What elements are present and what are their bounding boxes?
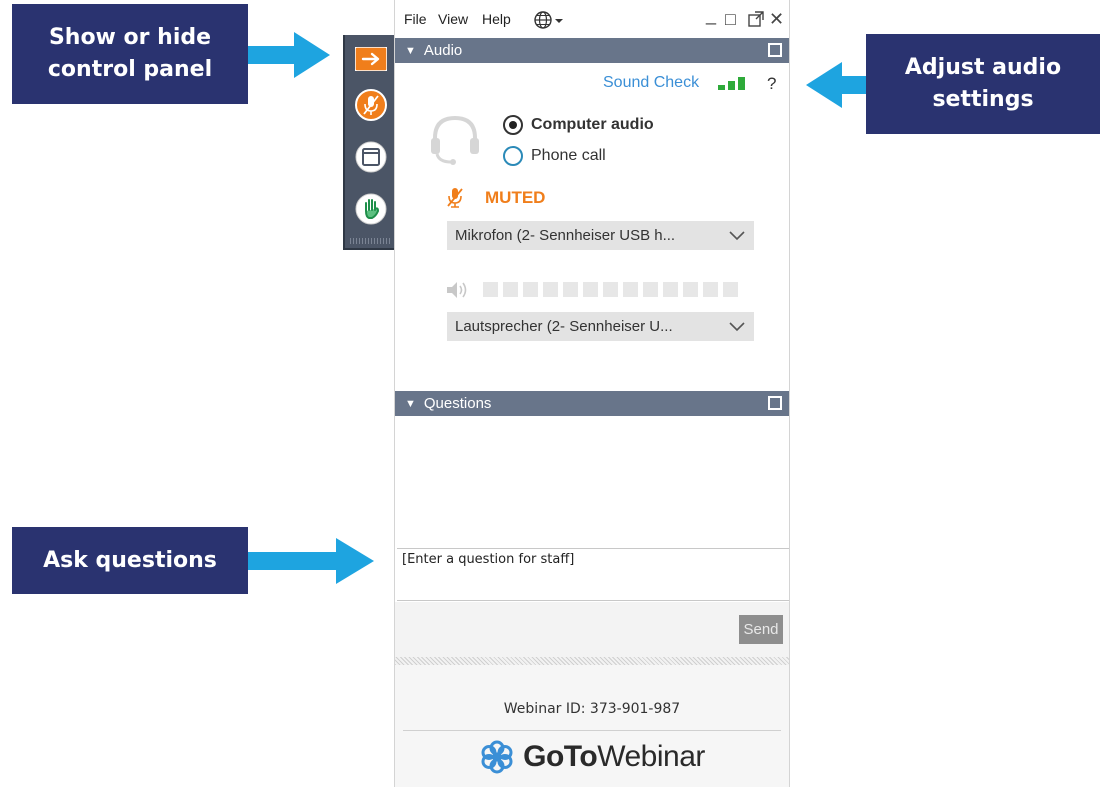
panel-splitter[interactable] [395, 657, 789, 665]
questions-section-header[interactable]: ▼ Questions [395, 391, 789, 416]
footer: Webinar ID: 373-901-987 GoToWebinar [395, 665, 789, 787]
chevron-down-icon [729, 322, 745, 332]
brand-regular: Webinar [597, 740, 705, 773]
mic-muted-icon [355, 89, 387, 121]
phone-call-label: Phone call [531, 147, 606, 164]
callout-show-hide-text: Show or hide control panel [47, 25, 213, 82]
callout-show-hide-panel: Show or hide control panel [12, 4, 248, 104]
raise-hand-button[interactable] [353, 191, 389, 227]
arrow-right-icon [248, 32, 330, 78]
microphone-select[interactable]: Mikrofon (2- Sennheiser USB h... [447, 221, 754, 250]
minimize-button[interactable]: _ [706, 5, 716, 25]
popout-icon[interactable] [768, 43, 782, 57]
audio-section-header[interactable]: ▼ Audio [395, 38, 789, 63]
audio-help-icon[interactable]: ? [767, 74, 776, 94]
computer-audio-option[interactable]: Computer audio [503, 115, 654, 135]
webinar-id: Webinar ID: 373-901-987 [503, 701, 681, 717]
computer-audio-label: Computer audio [531, 116, 654, 133]
popout-icon[interactable] [748, 11, 764, 27]
audio-header-label: Audio [423, 42, 463, 59]
snowflake-logo-icon [481, 740, 513, 774]
arrow-right-icon [355, 47, 387, 71]
rail-grip[interactable] [350, 238, 390, 244]
screen-viewer-button[interactable] [353, 139, 389, 175]
menu-bar: File View Help _ □ ✕ [395, 0, 789, 38]
menu-view[interactable]: View [438, 11, 468, 27]
menu-file[interactable]: File [404, 11, 427, 27]
control-rail [343, 35, 394, 250]
callout-adjust-audio: Adjust audio settings [866, 34, 1100, 134]
maximize-button[interactable]: □ [725, 9, 736, 29]
speaker-icon [447, 282, 467, 298]
arrow-left-icon [806, 62, 866, 108]
send-bar: Send [395, 602, 789, 657]
chevron-down-icon [729, 231, 745, 241]
mic-mute-button[interactable] [353, 87, 389, 123]
microphone-select-value: Mikrofon (2- Sennheiser USB h... [455, 227, 676, 244]
brand-wordmark: GoToWebinar [523, 740, 705, 774]
phone-call-radio[interactable] [503, 146, 523, 166]
gotowebinar-logo: GoToWebinar [395, 739, 789, 775]
arrow-right-icon [248, 538, 374, 584]
callout-adjust-audio-text: Adjust audio settings [904, 55, 1062, 112]
collapse-triangle-icon[interactable]: ▼ [405, 398, 416, 410]
close-button[interactable]: ✕ [769, 9, 784, 29]
phone-call-option[interactable]: Phone call [503, 146, 606, 166]
sound-check-link[interactable]: Sound Check [603, 74, 699, 92]
signal-strength-icon [718, 77, 745, 90]
gotowebinar-window: File View Help _ □ ✕ ▼ Audio Sound Check… [394, 0, 790, 787]
callout-ask-questions: Ask questions [12, 527, 248, 594]
footer-divider [403, 730, 781, 731]
questions-log [395, 417, 789, 548]
speaker-level-meter [483, 282, 743, 297]
collapse-triangle-icon[interactable]: ▼ [405, 45, 416, 57]
screen-icon [355, 141, 387, 173]
mute-status: MUTED [485, 188, 546, 207]
speaker-select-value: Lautsprecher (2- Sennheiser U... [455, 318, 673, 335]
speaker-select[interactable]: Lautsprecher (2- Sennheiser U... [447, 312, 754, 341]
send-button[interactable]: Send [739, 615, 783, 644]
headset-icon [431, 115, 479, 165]
globe-icon[interactable] [533, 10, 565, 30]
menu-help[interactable]: Help [482, 11, 511, 27]
computer-audio-radio[interactable] [503, 115, 523, 135]
raise-hand-icon [355, 193, 387, 225]
callout-ask-questions-text: Ask questions [43, 547, 217, 573]
popout-icon[interactable] [768, 396, 782, 410]
mic-muted-icon [447, 188, 463, 208]
question-input[interactable]: [Enter a question for staff] [397, 548, 789, 601]
question-input-placeholder: [Enter a question for staff] [402, 552, 575, 567]
toggle-panel-button[interactable] [353, 41, 389, 77]
brand-bold: GoTo [523, 740, 598, 773]
questions-header-label: Questions [423, 395, 492, 412]
